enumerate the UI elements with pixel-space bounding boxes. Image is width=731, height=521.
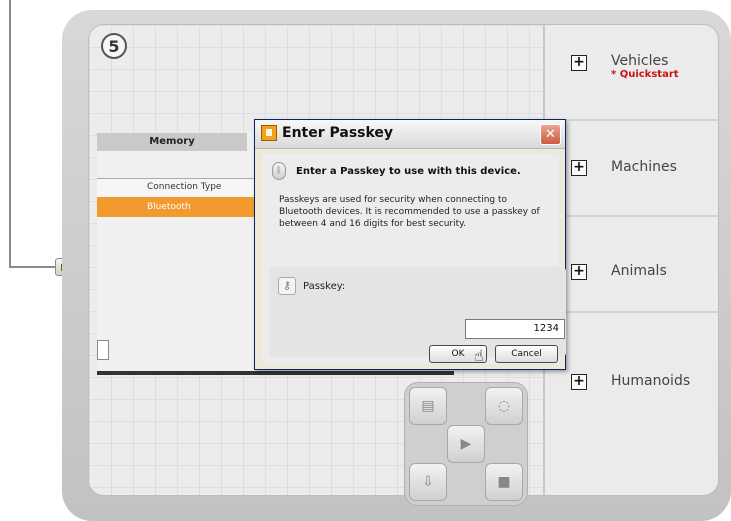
expand-plus-icon[interactable]: + xyxy=(571,55,587,71)
connector-wire-vertical xyxy=(9,0,11,268)
connector-wire-horizontal xyxy=(9,266,57,268)
quickstart-badge: * Quickstart xyxy=(611,69,679,80)
category-machines[interactable]: + Machines xyxy=(545,121,718,217)
app-icon xyxy=(261,125,277,141)
background-field xyxy=(97,340,109,360)
stop-button[interactable]: ■ xyxy=(485,463,523,501)
dialog-heading: Enter a Passkey to use with this device. xyxy=(296,166,521,177)
download-run-selected-button[interactable]: ◌ xyxy=(485,387,523,425)
category-label: Machines xyxy=(611,159,677,175)
enter-passkey-dialog: Enter Passkey ✕ ᛒ Enter a Passkey to use… xyxy=(254,119,566,370)
passkey-group: ⚷ Passkey: 1234 xyxy=(269,267,566,357)
expand-plus-icon[interactable]: + xyxy=(571,160,587,176)
hand-cursor-icon: ☝ xyxy=(474,346,484,365)
dialog-title: Enter Passkey xyxy=(282,125,394,141)
expand-plus-icon[interactable]: + xyxy=(571,264,587,280)
category-label: Vehicles xyxy=(611,53,669,69)
column-header: Connection Type xyxy=(97,178,257,198)
category-vehicles[interactable]: + Vehicles * Quickstart xyxy=(545,25,718,121)
category-humanoids[interactable]: + Humanoids xyxy=(545,313,718,409)
passkey-input[interactable]: 1234 xyxy=(465,319,565,339)
category-label: Humanoids xyxy=(611,373,691,389)
passkey-label: Passkey: xyxy=(303,281,346,292)
play-button[interactable]: ▶ xyxy=(447,425,485,463)
close-button[interactable]: ✕ xyxy=(540,124,561,145)
category-panel: + Vehicles * Quickstart + Machines + Ani… xyxy=(543,25,718,495)
category-label: Animals xyxy=(611,263,667,279)
control-pad: ▤ ◌ ▶ ⇩ ■ xyxy=(404,382,528,506)
dialog-description: Passkeys are used for security when conn… xyxy=(279,195,540,229)
key-icon: ⚷ xyxy=(278,277,296,295)
column-header-label: Connection Type xyxy=(147,182,222,192)
expand-plus-icon[interactable]: + xyxy=(571,374,587,390)
category-animals[interactable]: + Animals xyxy=(545,217,718,313)
upload-button[interactable]: ▤ xyxy=(409,387,447,425)
table-row-selected[interactable]: Bluetooth xyxy=(97,197,257,217)
bluetooth-icon: ᛒ xyxy=(272,162,286,180)
tab-memory[interactable]: Memory xyxy=(97,133,247,151)
divider-bar xyxy=(97,371,454,375)
download-button[interactable]: ⇩ xyxy=(409,463,447,501)
connection-type-cell: Bluetooth xyxy=(147,202,191,212)
background-window xyxy=(97,133,267,373)
dialog-titlebar: Enter Passkey ✕ xyxy=(255,120,565,149)
step-number-badge: 5 xyxy=(101,33,127,59)
dialog-content: ᛒ Enter a Passkey to use with this devic… xyxy=(262,154,566,364)
cancel-button[interactable]: Cancel xyxy=(495,345,558,363)
